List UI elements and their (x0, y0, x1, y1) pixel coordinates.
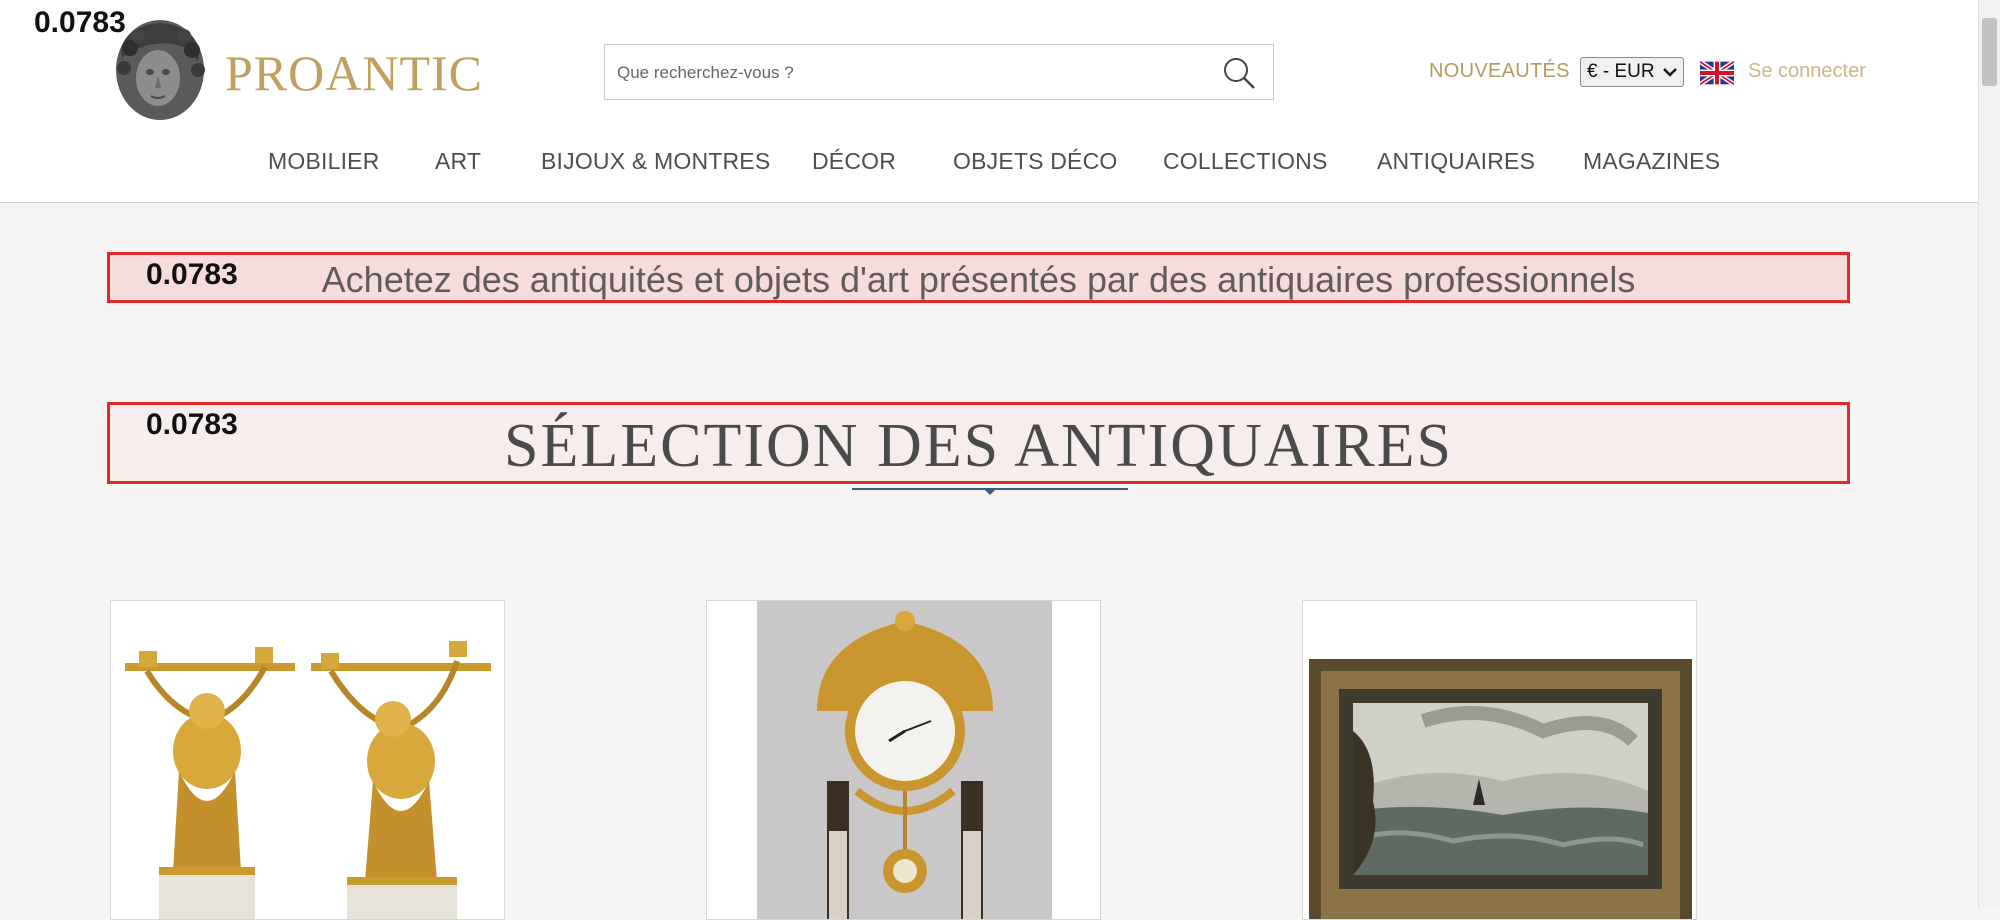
logo-text[interactable]: PROANTIC (225, 44, 483, 102)
nav-bijoux-montres[interactable]: BIJOUX & MONTRES (541, 148, 770, 175)
nav-decor[interactable]: DÉCOR (812, 148, 896, 175)
nouveautes-link[interactable]: NOUVEAUTÉS (1429, 60, 1570, 83)
section-title: SÉLECTION DES ANTIQUAIRES (504, 412, 1453, 480)
subtitle-banner: 0.0783 Achetez des antiquités et objets … (107, 252, 1850, 303)
search-box (604, 44, 1274, 100)
clock-image (707, 601, 1100, 919)
seascape-painting-image (1303, 601, 1696, 919)
nav-antiquaires[interactable]: ANTIQUAIRES (1377, 148, 1535, 175)
main-nav: MOBILIER ART BIJOUX & MONTRES DÉCOR OBJE… (0, 148, 1978, 178)
uk-flag-icon[interactable] (1700, 61, 1734, 85)
currency-value: € - EUR (1587, 61, 1655, 82)
chevron-down-icon (1663, 68, 1677, 77)
scrollbar-thumb[interactable] (1982, 18, 1997, 86)
nav-art[interactable]: ART (435, 148, 481, 175)
nav-magazines[interactable]: MAGAZINES (1583, 148, 1720, 175)
site-header: PROANTIC NOUVEAUTÉS € - EUR Se connecter… (0, 0, 1978, 203)
login-link[interactable]: Se connecter (1748, 60, 1866, 83)
page-scrollbar[interactable] (1978, 0, 2000, 908)
nav-collections[interactable]: COLLECTIONS (1163, 148, 1328, 175)
candelabra-image (111, 601, 504, 919)
page-subtitle: Achetez des antiquités et objets d'art p… (321, 259, 1636, 300)
product-card[interactable] (1302, 600, 1697, 920)
section-divider (852, 488, 1128, 495)
search-icon (1224, 58, 1255, 89)
score-label-top: 0.0783 (34, 6, 126, 39)
search-input[interactable] (615, 53, 1199, 93)
product-card[interactable] (706, 600, 1101, 920)
nav-mobilier[interactable]: MOBILIER (268, 148, 380, 175)
currency-select[interactable]: € - EUR (1580, 57, 1684, 87)
product-card[interactable] (110, 600, 505, 920)
nav-objets-deco[interactable]: OBJETS DÉCO (953, 148, 1118, 175)
section-title-banner: 0.0783 SÉLECTION DES ANTIQUAIRES (107, 402, 1850, 484)
search-button[interactable] (1219, 53, 1259, 93)
